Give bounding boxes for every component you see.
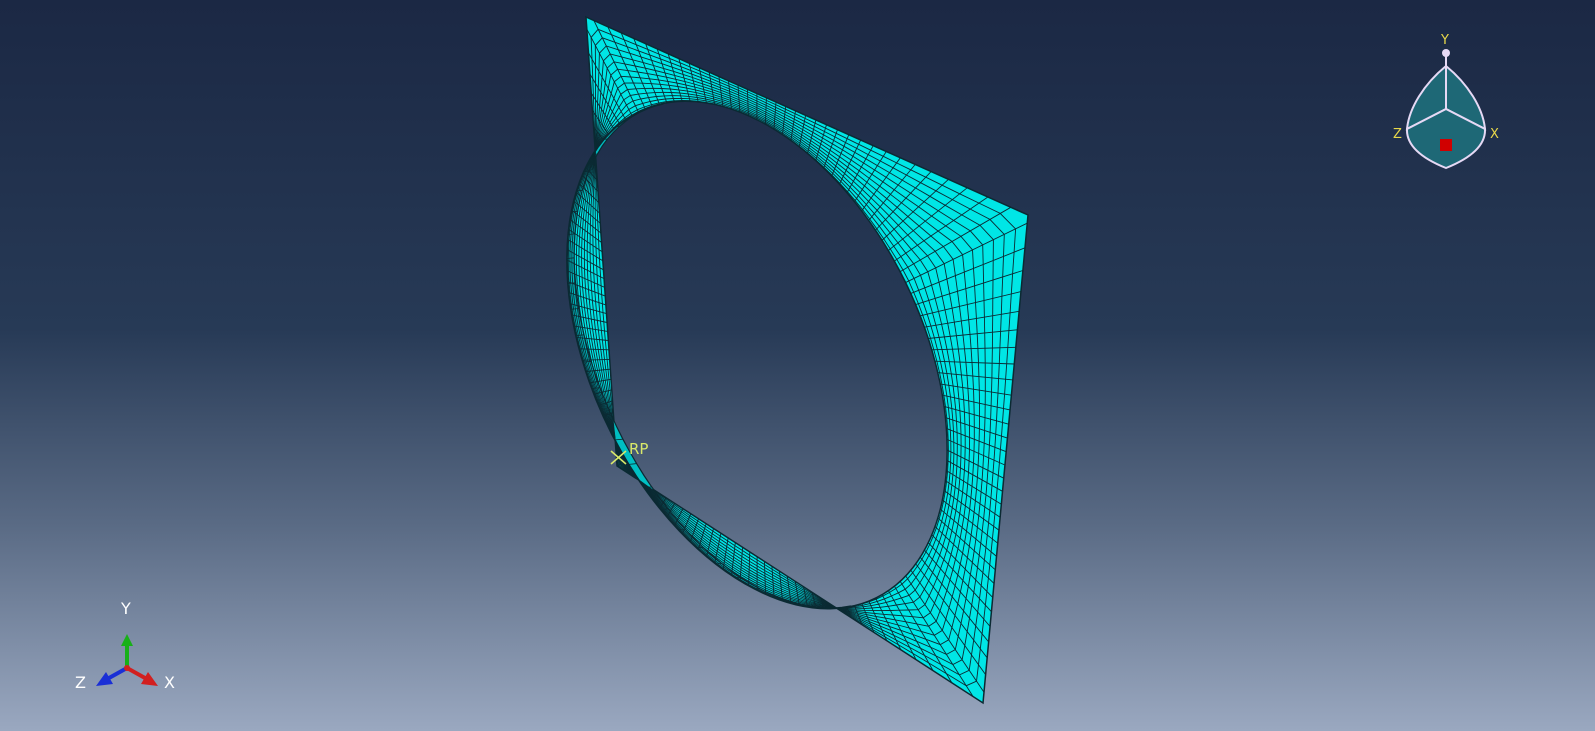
coordinate-triad: Y X Z bbox=[75, 599, 175, 692]
triad-origin bbox=[124, 665, 130, 671]
view-cube-label-x: X bbox=[1490, 127, 1499, 142]
mesh-edge bbox=[581, 75, 971, 627]
triad-label-y: Y bbox=[120, 599, 131, 618]
view-cube-label-z: Z bbox=[1393, 127, 1402, 142]
triad-y-arrowhead bbox=[121, 634, 133, 646]
triad-label-x: X bbox=[164, 673, 175, 692]
view-cube-center-marker bbox=[1440, 139, 1452, 151]
mesh-edge bbox=[716, 563, 722, 565]
triad-x-axis bbox=[126, 666, 146, 680]
reference-point-label: RP bbox=[629, 440, 648, 458]
mesh-edge bbox=[583, 68, 975, 636]
view-cube-label-y: Y bbox=[1440, 33, 1449, 48]
mesh-edge bbox=[584, 170, 589, 172]
meshed-plate-part[interactable] bbox=[566, 15, 1029, 705]
model-viewport[interactable]: RP Y Z X Y X Z bbox=[0, 0, 1595, 731]
view-cube[interactable]: Y Z X bbox=[1393, 33, 1499, 170]
triad-z-axis bbox=[108, 666, 128, 680]
view-cube-y-handle[interactable] bbox=[1442, 49, 1450, 57]
triad-label-z: Z bbox=[75, 673, 86, 692]
